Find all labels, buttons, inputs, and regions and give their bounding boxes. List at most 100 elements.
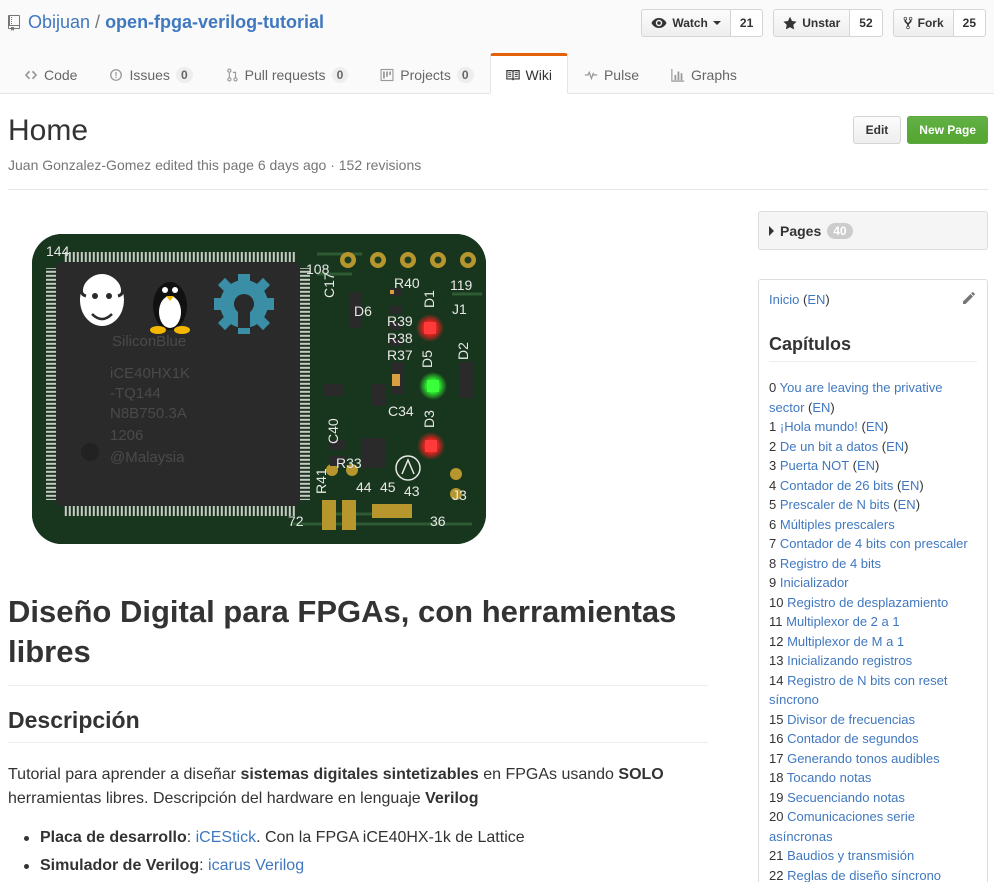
list-item: Simulador de Verilog: icarus Verilog [8, 854, 708, 878]
chapter-link[interactable]: Tocando notas [787, 770, 872, 785]
chapter-number: 19 [769, 789, 784, 805]
chapter-link[interactable]: Registro de desplazamiento [787, 595, 948, 610]
tab-wiki[interactable]: Wiki [489, 53, 568, 94]
fork-button[interactable]: Fork [892, 9, 954, 37]
book-icon [505, 69, 520, 80]
fork-label: Fork [917, 16, 944, 30]
chapter-en-link[interactable]: EN [901, 478, 919, 493]
chapter-number: 11 [769, 614, 783, 629]
wiki-page-header: Home Juan Gonzalez-Gomez edited this pag… [8, 110, 988, 190]
star-count[interactable]: 52 [850, 9, 883, 37]
chapter-link[interactable]: Comunicaciones serie asíncronas [769, 809, 915, 844]
chapter-number: 9 [769, 575, 777, 590]
svg-text:R41: R41 [313, 468, 329, 494]
tab-pulse-label: Pulse [603, 66, 639, 83]
watch-count[interactable]: 21 [730, 9, 764, 37]
chapter-link[interactable]: Contador de segundos [787, 731, 919, 746]
intro-bold-2: SOLO [618, 766, 664, 783]
chapter-number: 7 [769, 536, 777, 551]
chapter-item: 6 Múltiples prescalers [769, 515, 981, 535]
chapter-link[interactable]: Registro de N bits con reset síncrono [769, 673, 948, 708]
fork-count[interactable]: 25 [953, 9, 986, 37]
intro-paragraph: Tutorial para aprender a diseñar sistema… [8, 763, 708, 811]
tab-issues[interactable]: Issues 0 [93, 53, 208, 94]
chapter-link[interactable]: Prescaler de N bits [780, 497, 890, 512]
bullet-rest: . Con la FPGA iCE40HX-1k de Lattice [256, 829, 525, 846]
chapter-en-link[interactable]: EN [866, 419, 884, 434]
svg-text:C34: C34 [388, 403, 414, 419]
chapter-link[interactable]: Multiplexor de M a 1 [787, 634, 904, 649]
chapter-link[interactable]: Inicializador [780, 575, 849, 590]
chapter-link[interactable]: Contador de 4 bits con prescaler [780, 536, 968, 551]
chapter-link[interactable]: Generando tonos audibles [787, 751, 940, 766]
svg-text:45: 45 [380, 479, 396, 495]
inicio-en-link[interactable]: EN [807, 292, 825, 307]
intro-text-3: herramientas libres. Descripción del har… [8, 790, 426, 807]
tab-projects[interactable]: Projects 0 [364, 53, 489, 94]
chapter-number: 22 [769, 867, 784, 882]
new-page-button[interactable]: New Page [907, 116, 988, 144]
chapter-number: 17 [769, 750, 784, 766]
triangle-right-icon [769, 225, 774, 236]
project-icon [380, 68, 394, 81]
pencil-icon[interactable] [961, 290, 977, 306]
repo-actions: Watch 21 Unstar 52 Fork 25 [641, 9, 986, 37]
bullet-sep: : [186, 829, 196, 846]
chapter-en-link[interactable]: EN [812, 400, 830, 415]
chapter-number: 1 [769, 419, 777, 434]
chapter-link[interactable]: Contador de 26 bits [780, 478, 893, 493]
projects-counter: 0 [456, 66, 474, 83]
pages-toggle[interactable]: Pages 40 [758, 211, 988, 250]
chapter-link[interactable]: Divisor de frecuencias [787, 712, 915, 727]
tab-graphs[interactable]: Graphs [655, 53, 753, 94]
watch-label: Watch [672, 16, 708, 30]
svg-text:119: 119 [450, 277, 473, 293]
chapter-en-link[interactable]: EN [886, 439, 904, 454]
pages-count-badge: 40 [827, 222, 853, 239]
watch-button[interactable]: Watch [641, 9, 731, 37]
chapter-link[interactable]: Secuenciando notas [787, 790, 905, 805]
chapter-item: 4 Contador de 26 bits (EN) [769, 477, 924, 493]
chapter-item: 13 Inicializando registros [769, 651, 981, 671]
chapter-en-link[interactable]: EN [857, 458, 875, 473]
chapter-number: 0 [769, 380, 777, 395]
intro-text-2: en FPGAs usando [478, 766, 619, 783]
chapter-link[interactable]: De un bit a datos [780, 439, 878, 454]
tab-pull-requests[interactable]: Pull requests 0 [209, 53, 365, 94]
chapter-number: 18 [769, 770, 784, 785]
star-group: Unstar 52 [773, 9, 883, 37]
icestick-link[interactable]: iCEStick [196, 829, 256, 846]
edit-button[interactable]: Edit [852, 116, 902, 144]
svg-text:J1: J1 [452, 301, 467, 317]
chapter-item: 17 Generando tonos audibles [769, 749, 981, 769]
chapter-link[interactable]: Multiplexor de 2 a 1 [786, 614, 899, 629]
chapter-item: 9 Inicializador [769, 573, 981, 593]
unstar-button[interactable]: Unstar [773, 9, 851, 37]
chapter-link[interactable]: ¡Hola mundo! [780, 419, 858, 434]
chapter-number: 21 [769, 848, 784, 863]
icestick-board-image: SiliconBlue iCE40HX1K -TQ144 N8B750.3A 1… [32, 234, 486, 544]
tab-code-label: Code [44, 66, 78, 83]
bullet-sep: : [199, 857, 209, 874]
chapter-item: 7 Contador de 4 bits con prescaler [769, 534, 981, 554]
chapter-link[interactable]: Baudios y transmisión [787, 848, 914, 863]
icarus-verilog-link[interactable]: icarus Verilog [208, 857, 304, 874]
chapter-en-link[interactable]: EN [898, 497, 916, 512]
board-photo: SiliconBlue iCE40HX1K -TQ144 N8B750.3A 1… [32, 234, 486, 544]
tab-code[interactable]: Code [8, 53, 93, 94]
graph-icon [671, 68, 685, 82]
tab-projects-label: Projects [400, 66, 451, 83]
chapter-link[interactable]: Registro de 4 bits [780, 556, 881, 571]
chapter-item: 19 Secuenciando notas [769, 788, 981, 808]
repo-owner-link[interactable]: Obijuan [28, 12, 90, 33]
chapter-link[interactable]: You are leaving the privative sector [769, 380, 942, 415]
repo-name-link[interactable]: open-fpga-verilog-tutorial [105, 12, 324, 33]
chapter-link[interactable]: Inicializando registros [787, 653, 912, 668]
tab-pulse[interactable]: Pulse [568, 53, 655, 94]
chapter-link[interactable]: Puerta NOT [780, 458, 849, 473]
chapter-item: 20 Comunicaciones serie asíncronas [769, 807, 981, 846]
chapter-link[interactable]: Reglas de diseño síncrono [787, 868, 941, 882]
inicio-link[interactable]: Inicio [769, 292, 799, 307]
chapter-link[interactable]: Múltiples prescalers [780, 517, 895, 532]
svg-text:R37: R37 [387, 347, 413, 363]
